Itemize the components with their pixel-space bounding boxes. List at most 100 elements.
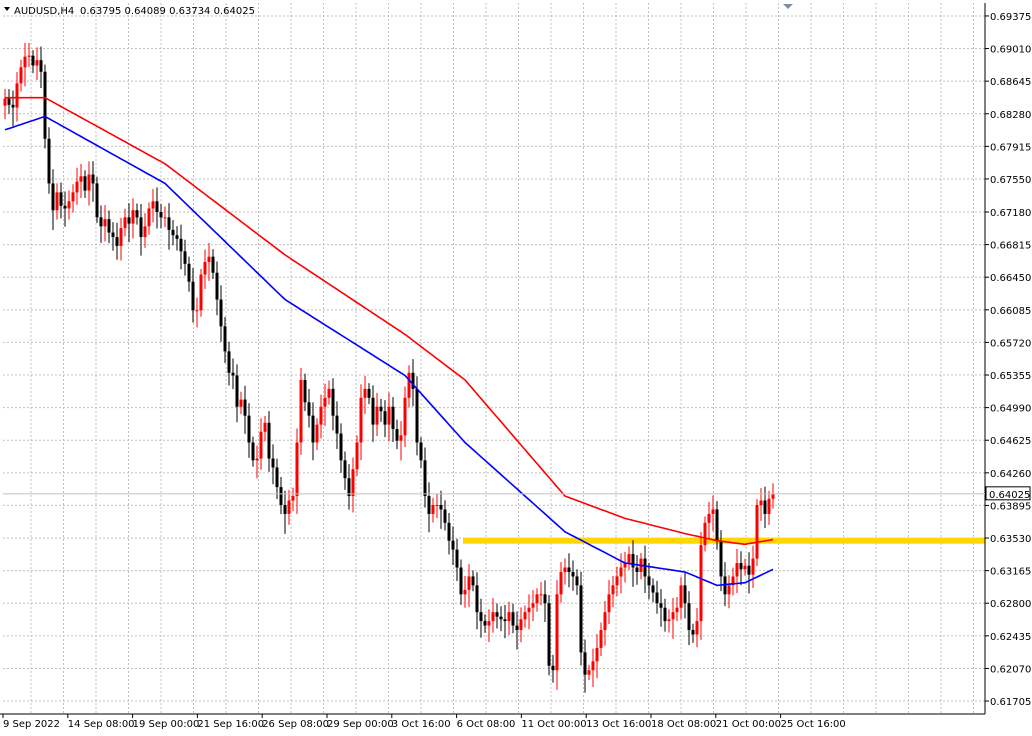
y-tick-label: 0.65355 (990, 371, 1031, 382)
candle-body (311, 415, 315, 443)
candle-body (191, 281, 195, 311)
candle-body (355, 442, 359, 470)
candle-body (747, 565, 751, 575)
candle-body (735, 563, 739, 577)
candle-body (567, 567, 571, 572)
candle-body (767, 498, 771, 514)
ohlc-label: 0.63795 0.64089 0.63734 0.64025 (80, 6, 255, 17)
candle-body (107, 219, 111, 233)
candle-body (343, 460, 347, 479)
y-tick-label: 0.66450 (990, 273, 1031, 284)
y-tick-label: 0.63895 (990, 501, 1031, 512)
candle-body (583, 652, 587, 675)
candle-body (403, 397, 407, 436)
x-tick-label: 11 Oct 00:00 (521, 719, 586, 730)
candle-body (283, 504, 287, 514)
y-tick-label: 0.68280 (990, 110, 1031, 121)
candle-body (187, 263, 191, 282)
price-chart[interactable]: 0.69375 0.69010 0.68645 0.68280 0.67915 0.675… (0, 0, 1032, 736)
candle-body (503, 619, 507, 622)
candle-body (391, 406, 395, 430)
candle-body (127, 217, 131, 224)
candle-body (683, 585, 687, 604)
y-tick-label: 0.69375 (990, 12, 1031, 23)
candle-body (35, 60, 39, 66)
candle-body (599, 630, 603, 648)
candle-body (535, 594, 539, 604)
candle-body (679, 585, 683, 608)
candle-body (175, 235, 179, 239)
candle-body (299, 379, 303, 443)
candle-body (207, 256, 211, 263)
candle-body (83, 176, 87, 191)
y-tick-label: 0.67550 (990, 175, 1031, 186)
candle-body (539, 594, 543, 596)
candle-body (451, 540, 455, 550)
candle-body (139, 217, 143, 238)
candle-body (543, 594, 547, 604)
candle-body (739, 563, 743, 570)
candle-body (771, 494, 775, 499)
candle-body (99, 217, 103, 227)
candle-body (663, 607, 667, 622)
candle-body (687, 603, 691, 631)
candle-body (643, 558, 647, 577)
candle-body (123, 217, 127, 229)
x-tick-label: 25 Oct 16:00 (781, 719, 846, 730)
candle (579, 571, 583, 666)
candle-body (695, 621, 699, 635)
candle-body (199, 274, 203, 311)
support-level-line (463, 537, 985, 544)
y-tick-label: 0.69010 (990, 45, 1031, 56)
y-tick-label: 0.62800 (990, 599, 1031, 610)
y-tick-label: 0.66815 (990, 241, 1031, 252)
candle-body (419, 442, 423, 461)
candle-body (651, 585, 655, 593)
candle-body (39, 60, 43, 72)
candle (547, 595, 551, 676)
candle-body (279, 487, 283, 505)
y-tick-label: 0.66085 (990, 306, 1031, 317)
candle-body (743, 565, 747, 570)
candle (95, 176, 99, 223)
candle-body (703, 522, 707, 546)
candle-body (15, 83, 19, 108)
candle-body (719, 540, 723, 577)
candle-body (223, 326, 227, 352)
candle-body (467, 576, 471, 590)
candle-body (507, 612, 511, 622)
candle-body (439, 504, 443, 510)
candle-body (563, 567, 567, 572)
candle-body (431, 504, 435, 514)
candle-body (551, 665, 555, 671)
candle-body (607, 594, 611, 613)
candle-body (183, 251, 187, 264)
y-tick-label: 0.64990 (990, 404, 1031, 415)
chart-window[interactable]: 0.69375 0.69010 0.68645 0.68280 0.67915 0.675… (0, 0, 1032, 736)
candle (299, 367, 303, 455)
candle-body (671, 612, 675, 620)
candle-body (395, 429, 399, 441)
x-tick-label: 19 Sep 00:00 (133, 719, 200, 730)
candle-body (387, 406, 391, 425)
candle-body (667, 619, 671, 622)
y-tick-label: 0.63530 (990, 534, 1031, 545)
candle-body (75, 181, 79, 193)
candle-body (251, 442, 255, 461)
candle-body (559, 571, 563, 595)
candle-body (619, 567, 623, 577)
candle-body (655, 592, 659, 604)
candle-body (571, 571, 575, 577)
y-tick-label: 0.62070 (990, 664, 1031, 675)
candle-body (759, 500, 763, 505)
candle-body (7, 98, 11, 105)
candle-body (475, 585, 479, 613)
candle-body (71, 192, 75, 202)
candle-body (523, 612, 527, 620)
candle-body (351, 469, 355, 497)
candle-body (43, 71, 47, 139)
candle-body (691, 630, 695, 635)
candle-body (307, 402, 311, 416)
x-tick-label: 3 Oct 16:00 (392, 719, 451, 730)
x-tick-label: 18 Oct 08:00 (651, 719, 716, 730)
